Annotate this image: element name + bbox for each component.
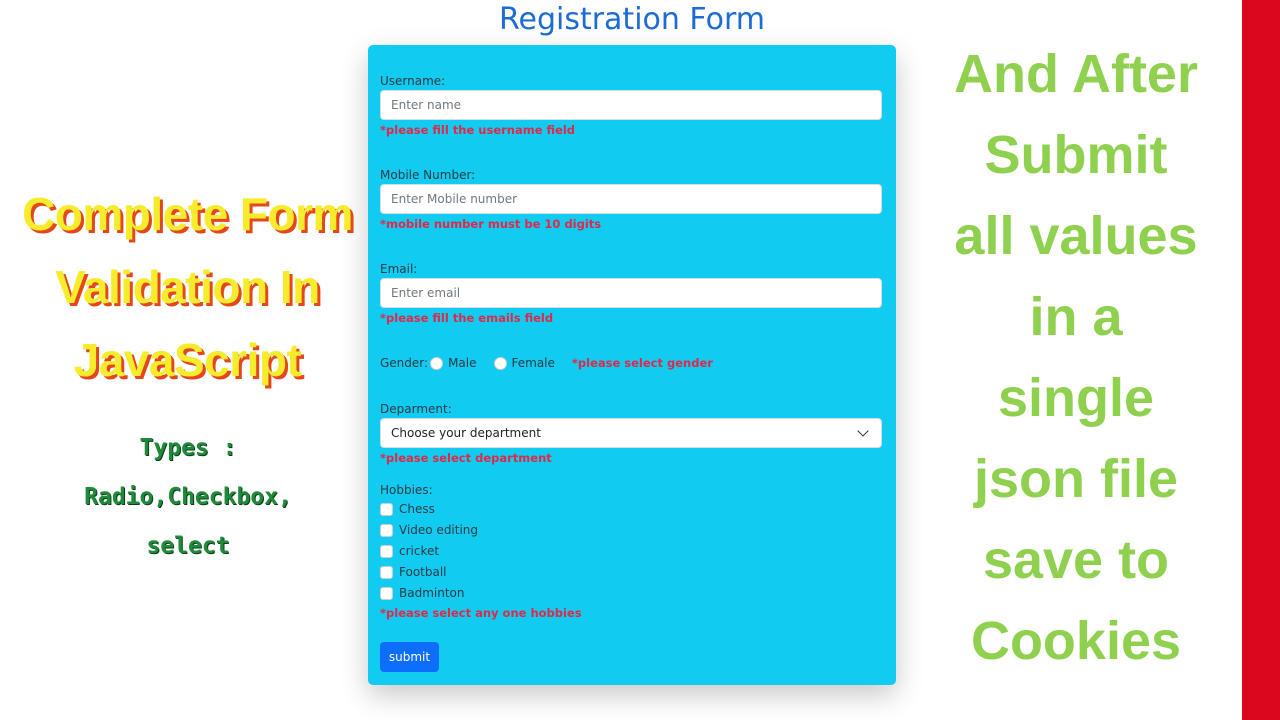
hobby-item-cricket: cricket (380, 543, 439, 559)
hobby-label: Chess (399, 502, 435, 516)
gender-radio-female[interactable] (493, 356, 507, 370)
hobby-item-football: Football (380, 564, 447, 580)
hobby-checkbox-video-editing[interactable] (380, 523, 393, 537)
right-caption-line: all values (954, 206, 1198, 266)
left-subtitle-line: select (146, 533, 230, 559)
gender-radio-male[interactable] (430, 356, 444, 370)
department-select[interactable]: Choose your department (380, 418, 882, 448)
gender-option-female: Female (511, 356, 555, 370)
hobby-label: Video editing (399, 523, 479, 537)
email-error: *please fill the emails field (380, 311, 554, 325)
left-title-line: JavaScript (73, 334, 302, 386)
form-title: Registration Form (498, 2, 765, 37)
left-subtitle: Types : Radio,Checkbox, select (0, 424, 376, 571)
username-label: Username: (380, 74, 446, 88)
left-title: Complete Form Validation In JavaScript (10, 178, 365, 397)
hobby-label: Football (399, 565, 447, 579)
username-error: *please fill the username field (380, 123, 576, 137)
department-label: Deparment: (380, 402, 452, 416)
department-error: *please select department (380, 451, 552, 465)
left-title-line: Complete Form (22, 188, 353, 240)
right-caption-line: save to (982, 530, 1170, 590)
hobbies-error: *please select any one hobbies (380, 606, 582, 620)
email-label: Email: (380, 262, 418, 276)
hobby-checkbox-chess[interactable] (380, 502, 393, 516)
hobby-checkbox-football[interactable] (380, 565, 393, 579)
gender-error: *please select gender (571, 356, 713, 370)
mobile-label: Mobile Number: (380, 168, 476, 182)
submit-button[interactable]: submit (380, 642, 439, 672)
right-caption-line: single (997, 368, 1155, 428)
right-caption-line: json file (973, 449, 1179, 509)
left-subtitle-line: Types : (139, 435, 237, 461)
hobby-checkbox-badminton[interactable] (380, 586, 393, 600)
registration-form: Username: *please fill the username fiel… (368, 45, 896, 685)
hobbies-label: Hobbies: (380, 483, 433, 497)
hobby-item-badminton: Badminton (380, 585, 464, 601)
mobile-input[interactable] (380, 184, 882, 214)
side-accent-bar (1242, 0, 1280, 720)
hobby-item-video-editing: Video editing (380, 522, 478, 538)
gender-row: Gender: Male Female *please select gende… (380, 354, 713, 372)
hobby-label: Badminton (399, 586, 465, 600)
hobby-item-chess: Chess (380, 501, 435, 517)
mobile-error: *mobile number must be 10 digits (380, 217, 602, 231)
department-selected-value: Choose your department (391, 426, 541, 440)
left-subtitle-line: Radio,Checkbox, (84, 484, 292, 510)
hobby-label: cricket (399, 544, 440, 558)
chevron-down-icon (857, 425, 869, 437)
hobby-checkbox-cricket[interactable] (380, 544, 393, 558)
gender-option-male: Male (448, 356, 477, 370)
username-input[interactable] (380, 90, 882, 120)
right-caption-line: Submit (984, 125, 1168, 185)
right-caption-line: in a (1029, 287, 1123, 347)
right-caption: And After Submit all values in a single … (918, 34, 1234, 682)
email-input[interactable] (380, 278, 882, 308)
left-title-line: Validation In (55, 261, 320, 313)
right-caption-line: Cookies (970, 611, 1182, 671)
right-caption-line: And After (954, 44, 1198, 104)
gender-label: Gender: (380, 356, 429, 370)
